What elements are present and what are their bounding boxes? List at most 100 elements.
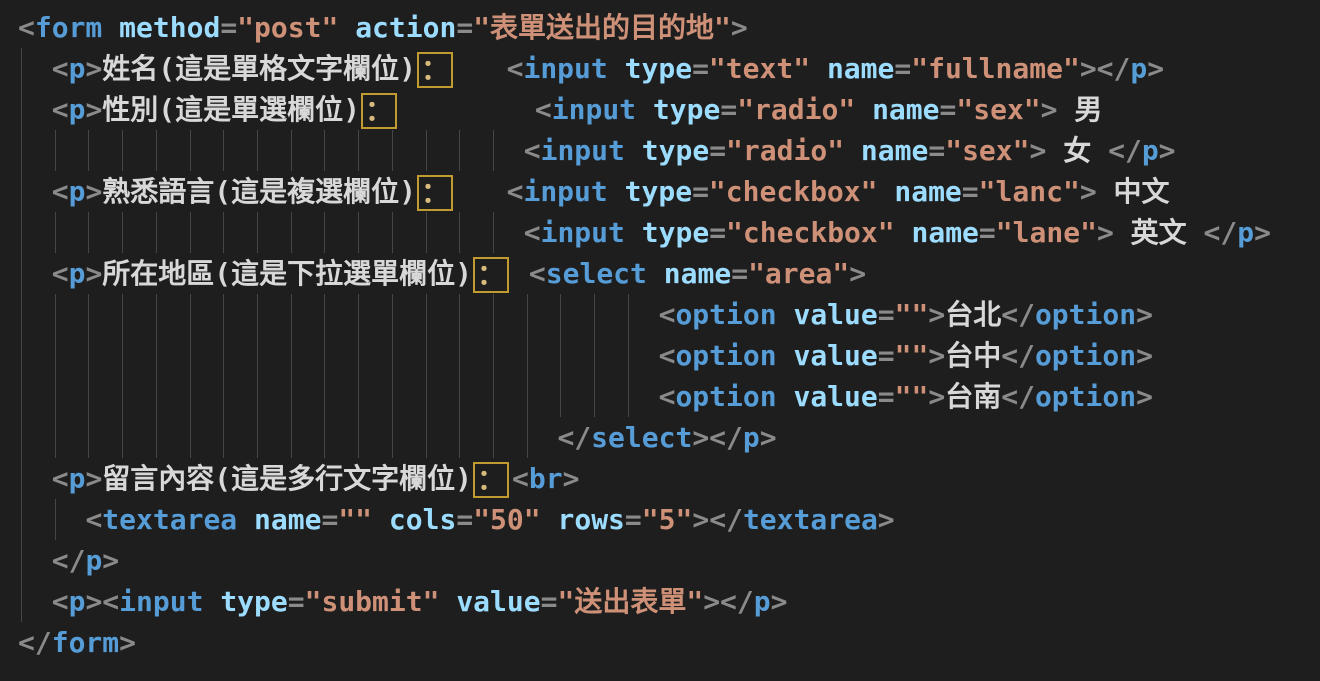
token-attr: cols [389,503,456,536]
token-punct: < [512,462,529,495]
token-tag: p [69,52,86,85]
token-str: "radio" [737,93,855,126]
token-eq: = [878,380,895,413]
token-eq: = [692,52,709,85]
token-punct: </ [1001,380,1035,413]
token-str: "sex" [945,134,1029,167]
token-str: "area" [748,257,849,290]
token-eq: = [878,339,895,372]
token-punct: > [1136,339,1153,372]
token-attr: value [456,585,540,618]
token-eq: = [456,503,473,536]
token-tag: option [675,380,776,413]
token-str: "fullname" [911,52,1080,85]
token-tag: form [35,11,102,44]
token-text: 台南 [945,380,1001,413]
code-editor[interactable]: <form method="post" action="表單送出的目的地"> <… [0,0,1320,681]
token-tag: p [743,421,760,454]
token-attr: value [793,339,877,372]
token-text [777,298,794,331]
token-str: "" [895,380,929,413]
code-line: <option value="">台南</option> [18,376,1320,417]
token-text [512,257,529,290]
token-attr: value [793,380,877,413]
code-line: <p><input type="submit" value="送出表單"></p… [18,581,1320,622]
token-str: "" [895,298,929,331]
token-eq: = [894,52,911,85]
token-punct: < [52,585,69,618]
token-text [456,175,507,208]
token-str: "checkbox" [709,175,878,208]
token-text [18,134,524,167]
token-eq: = [940,93,957,126]
token-text [608,52,625,85]
token-text [810,52,827,85]
token-attr: action [355,11,456,44]
token-eq: = [928,134,945,167]
token-punct: </ [52,544,86,577]
token-attr: type [220,585,287,618]
token-tag: option [1035,380,1136,413]
token-str: "" [338,503,372,536]
token-text: 台北 [945,298,1001,331]
token-str: "radio" [726,134,844,167]
token-punct: > [102,544,119,577]
token-text: 所在地區(這是下拉選單欄位) [102,257,472,290]
token-attr: name [861,134,928,167]
token-punct: < [52,175,69,208]
token-text: 英文 [1114,216,1204,249]
code-line: </select></p> [18,417,1320,458]
token-text: 熟悉語言(這是複選欄位) [102,175,416,208]
token-str: "text" [709,52,810,85]
token-eq: = [288,585,305,618]
token-punct: < [507,175,524,208]
token-eq: = [962,175,979,208]
token-text [18,257,52,290]
token-punct: < [659,298,676,331]
token-punct: > [85,257,102,290]
code-line: <input type="checkbox" name="lane"> 英文 <… [18,212,1320,253]
token-tag: option [675,339,776,372]
token-punct: > [1041,93,1058,126]
token-eq: = [878,298,895,331]
token-text [895,216,912,249]
token-attr: name [894,175,961,208]
token-text [855,93,872,126]
token-text [18,339,659,372]
token-tag: p [69,585,86,618]
token-text [338,11,355,44]
token-text: 性別(這是單選欄位) [102,93,360,126]
token-punct: > [1136,380,1153,413]
token-attr: name [254,503,321,536]
token-tag: input [523,175,607,208]
token-tag: textarea [102,503,237,536]
token-punct: < [529,257,546,290]
token-punct: > [1136,298,1153,331]
token-text [18,52,52,85]
token-text [18,380,659,413]
token-tag: input [523,52,607,85]
token-tag: br [529,462,563,495]
token-eq: = [220,11,237,44]
unicode-highlight-box: ： [417,175,453,211]
token-punct: > [85,462,102,495]
token-eq: = [720,93,737,126]
unicode-highlight-box: ： [473,257,509,293]
token-punct: > [119,626,136,659]
token-punct: ></ [692,421,743,454]
token-str: "sex" [956,93,1040,126]
token-eq: = [456,11,473,44]
token-text [372,503,389,536]
token-eq: = [692,175,709,208]
token-text [18,544,52,577]
token-punct: > [85,93,102,126]
token-attr: name [872,93,939,126]
token-punct: > [85,52,102,85]
code-line: <input type="radio" name="sex"> 女 </p> [18,130,1320,171]
token-text [777,380,794,413]
token-punct: > [928,339,945,372]
token-attr: type [653,93,720,126]
token-punct: </ [1204,216,1238,249]
token-punct: </ [1108,134,1142,167]
token-punct: </ [1001,339,1035,372]
